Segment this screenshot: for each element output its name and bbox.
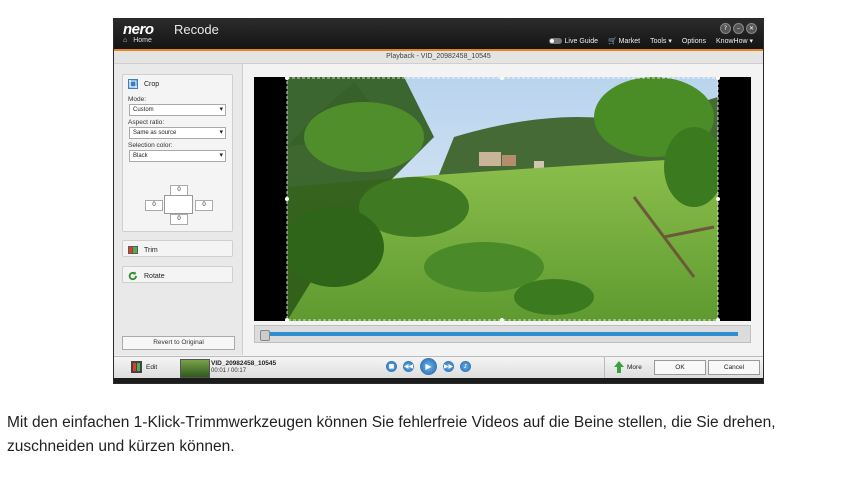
- toggle-icon: [548, 37, 562, 44]
- video-time: 00:01 / 00:17: [211, 368, 247, 374]
- timeline-slider[interactable]: [254, 325, 751, 343]
- toolbar-divider: [604, 357, 605, 379]
- edit-button[interactable]: Edit: [131, 361, 157, 373]
- crop-right-input[interactable]: 0: [195, 200, 213, 211]
- timeline-handle[interactable]: [260, 330, 270, 341]
- cancel-button[interactable]: Cancel: [708, 360, 760, 375]
- rotate-label: Rotate: [144, 272, 165, 280]
- stop-icon[interactable]: ■: [386, 361, 397, 372]
- crop-label: Crop: [144, 80, 160, 88]
- edit-icon: [131, 361, 142, 373]
- market-label: Market: [618, 38, 641, 45]
- playback-controls: ■ ◀◀ ▶ ▶▶ ♪: [386, 358, 471, 375]
- bottom-toolbar: Edit VID_20982458_10545 00:01 / 00:17 ■ …: [114, 356, 763, 379]
- aspect-ratio-select[interactable]: Same as source: [129, 127, 226, 139]
- crop-header[interactable]: Crop: [123, 75, 232, 93]
- rotate-section[interactable]: Rotate: [122, 266, 233, 283]
- rotate-icon: [128, 271, 137, 281]
- nero-logo: nero: [123, 21, 154, 38]
- selection-color-label: Selection color:: [128, 142, 173, 149]
- options-menu[interactable]: Options: [682, 38, 706, 45]
- title-bar: nero Recode ⌂ Home ? – ✕ Live Guide 🛒 Mar…: [114, 19, 763, 49]
- timeline-track: [261, 332, 738, 336]
- trim-label: Trim: [144, 246, 158, 254]
- rotate-header: Rotate: [123, 267, 232, 285]
- trim-icon: [128, 246, 138, 254]
- crop-preview-box: [164, 195, 193, 214]
- help-button[interactable]: ?: [720, 23, 731, 34]
- window-controls: ? – ✕: [720, 23, 757, 34]
- crop-icon: [128, 79, 138, 89]
- crop-section: Crop Mode: Custom Aspect ratio: Same as …: [122, 74, 233, 232]
- revert-to-original-button[interactable]: Revert to Original: [122, 336, 235, 350]
- aspect-ratio-label: Aspect ratio:: [128, 119, 165, 126]
- volume-icon[interactable]: ♪: [460, 361, 471, 372]
- window-bottom-edge: [114, 378, 763, 383]
- trim-section[interactable]: Trim: [122, 240, 233, 257]
- product-name: Recode: [174, 22, 219, 37]
- tools-menu[interactable]: Tools ▾: [650, 37, 672, 45]
- video-area: [243, 64, 763, 357]
- nero-recode-window: nero Recode ⌂ Home ? – ✕ Live Guide 🛒 Mar…: [113, 18, 764, 384]
- home-link[interactable]: ⌂ Home: [123, 37, 152, 44]
- playback-title: Playback - VID_20982458_10545: [114, 51, 763, 64]
- top-navigation: Live Guide 🛒 Market Tools ▾ Options Know…: [548, 37, 753, 45]
- edit-label: Edit: [146, 363, 158, 371]
- video-file-name: VID_20982458_10545: [211, 360, 277, 367]
- trim-header: Trim: [123, 241, 232, 259]
- home-icon: ⌂: [123, 37, 128, 44]
- mode-label: Mode:: [128, 96, 147, 103]
- close-button[interactable]: ✕: [746, 23, 757, 34]
- rewind-icon[interactable]: ◀◀: [403, 361, 414, 372]
- video-frame-image: [254, 77, 751, 321]
- arrow-up-icon: [614, 361, 624, 373]
- more-button[interactable]: More: [614, 361, 642, 373]
- crop-bottom-input[interactable]: 0: [170, 214, 188, 225]
- live-guide-label: Live Guide: [564, 37, 598, 45]
- ok-button[interactable]: OK: [654, 360, 706, 375]
- live-guide-toggle[interactable]: Live Guide: [548, 37, 598, 45]
- cart-icon: 🛒: [608, 38, 617, 45]
- video-thumbnail: [180, 359, 210, 378]
- mode-select[interactable]: Custom: [129, 104, 226, 116]
- crop-left-input[interactable]: 0: [145, 200, 163, 211]
- play-icon[interactable]: ▶: [420, 358, 437, 375]
- fast-forward-icon[interactable]: ▶▶: [443, 361, 454, 372]
- video-preview[interactable]: [254, 77, 751, 321]
- knowhow-menu[interactable]: KnowHow ▾: [716, 37, 753, 45]
- market-link[interactable]: 🛒 Market: [608, 37, 640, 45]
- selection-color-select[interactable]: Black: [129, 150, 226, 162]
- caption-text: Mit den einfachen 1-Klick-Trimmwerkzeuge…: [7, 414, 776, 455]
- minimize-button[interactable]: –: [733, 23, 744, 34]
- more-label: More: [627, 363, 642, 371]
- edit-sidebar: Crop Mode: Custom Aspect ratio: Same as …: [114, 64, 243, 355]
- home-label: Home: [133, 37, 152, 44]
